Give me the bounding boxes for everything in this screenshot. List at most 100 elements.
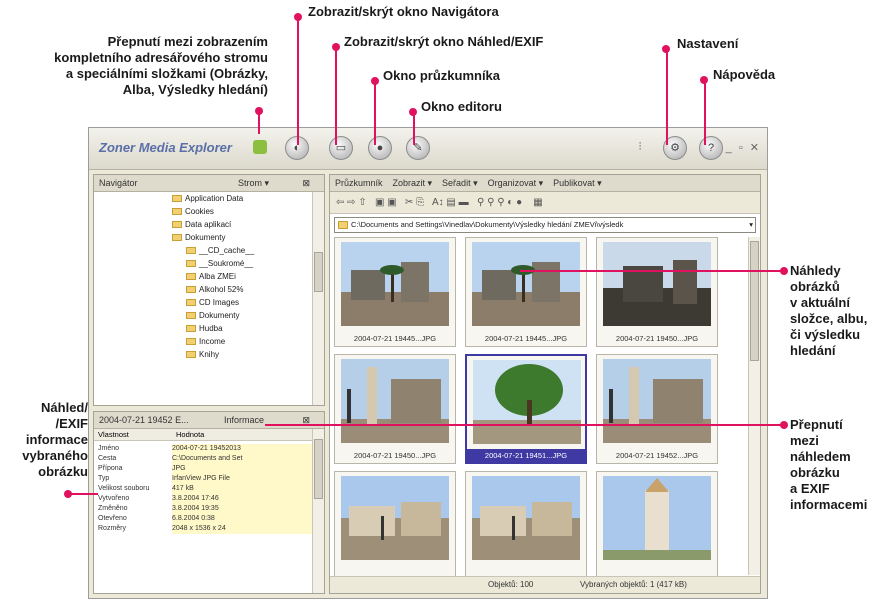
info-scrollbar[interactable] bbox=[312, 429, 324, 593]
thumbnail-card[interactable]: 2004-07-21 19451...JPG bbox=[465, 354, 587, 464]
explorer-toolbar[interactable]: ⇦ ⇨ ⇧ ▣ ▣ ✂ ⎘ A↕ ▤ ▬ ⚲ ⚲ ⚲ ◐ ● ▦ bbox=[330, 192, 760, 214]
explorer-tab[interactable]: Průzkumník bbox=[335, 178, 383, 188]
info-value: 3.8.2004 19:35 bbox=[172, 504, 312, 514]
folder-tree-item[interactable]: Data aplikací bbox=[94, 218, 312, 231]
info-file-name: 2004-07-21 19452 E... bbox=[99, 415, 189, 425]
thumbnail-card[interactable]: 2004-07-21 19450...JPG bbox=[334, 354, 456, 464]
navigator-toggle-icon[interactable]: ⫶ bbox=[628, 136, 652, 160]
info-key: Vytvořeno bbox=[98, 495, 130, 502]
info-key: Jméno bbox=[98, 445, 120, 452]
explorer-tab[interactable]: Zobrazit ▾ bbox=[393, 178, 433, 188]
navigator-header: Navigátor Strom ▾ ⊠ bbox=[94, 175, 324, 192]
photo-thumbnail-image bbox=[603, 359, 711, 443]
explorer-window-button[interactable]: ● bbox=[368, 136, 392, 160]
folder-label: Alkohol 52% bbox=[199, 285, 244, 294]
tree-mode-dropdown[interactable]: Strom ▾ bbox=[238, 175, 269, 191]
pane-close-icon[interactable]: ⊠ bbox=[302, 175, 310, 191]
explorer-tab[interactable]: Seřadit ▾ bbox=[442, 178, 478, 188]
status-selected: Vybraných objektů: 1 (417 kB) bbox=[580, 580, 687, 589]
info-row: Změněno 3.8.2004 19:35 bbox=[94, 504, 312, 514]
annotation-navigator-toggle: Zobrazit/skrýt okno Navigátora bbox=[308, 4, 499, 19]
editor-window-button[interactable]: ✎ bbox=[406, 136, 430, 160]
thumbnail-card[interactable]: 2004-07-21 19450...JPG bbox=[596, 237, 718, 347]
info-row: Typ IrfanView JPG File bbox=[94, 474, 312, 484]
info-key: Přípona bbox=[98, 465, 123, 472]
thumbnail-card[interactable] bbox=[596, 471, 718, 581]
window-controls-icon[interactable]: _ ▫ ✕ bbox=[726, 141, 761, 154]
info-pane: 2004-07-21 19452 E... Informace ⊠ Vlastn… bbox=[93, 411, 325, 594]
explorer-tab[interactable]: Organizovat ▾ bbox=[488, 178, 544, 188]
info-tab[interactable]: Informace bbox=[224, 412, 264, 428]
folder-tree-item[interactable]: Hudba bbox=[94, 322, 312, 335]
thumbnail-card[interactable]: 2004-07-21 19445...JPG bbox=[334, 237, 456, 347]
folder-icon bbox=[186, 312, 196, 320]
folder-icon bbox=[172, 195, 182, 203]
explorer-pane: Průzkumník Zobrazit ▾ Seřadit ▾ Organizovat… bbox=[329, 174, 761, 594]
info-row: Vytvořeno 3.8.2004 17:46 bbox=[94, 494, 312, 504]
thumbnail-caption: 2004-07-21 19451...JPG bbox=[467, 449, 585, 462]
folder-tree-item[interactable]: Alba ZMEi bbox=[94, 270, 312, 283]
folder-label: CD Images bbox=[199, 298, 240, 307]
folder-label: Hudba bbox=[199, 324, 223, 333]
folder-icon bbox=[186, 286, 196, 294]
folder-icon bbox=[186, 325, 196, 333]
folder-tree-item[interactable]: Dokumenty bbox=[94, 231, 312, 244]
thumbnail-card[interactable] bbox=[465, 471, 587, 581]
folder-tree-item[interactable]: Income bbox=[94, 335, 312, 348]
folder-tree-item[interactable]: Cookies bbox=[94, 205, 312, 218]
help-button[interactable]: ? bbox=[699, 136, 723, 160]
folder-tree-item[interactable]: Dokumenty bbox=[94, 309, 312, 322]
photo-thumbnail-image bbox=[473, 360, 581, 444]
explorer-tab[interactable]: Publikovat ▾ bbox=[553, 178, 602, 188]
annotation-thumbnails: Náhledy obrázků v aktuální složce, albu,… bbox=[790, 263, 868, 358]
info-key: Cesta bbox=[98, 455, 117, 462]
thumbnail-card[interactable]: 2004-07-21 19452...JPG bbox=[596, 354, 718, 464]
info-row: Otevřeno 6.8.2004 0:38 bbox=[94, 514, 312, 524]
folder-tree-item[interactable]: Knihy bbox=[94, 348, 312, 361]
info-value: 2048 x 1536 x 24 bbox=[172, 524, 312, 534]
navigator-title: Navigátor bbox=[99, 178, 138, 188]
info-col-value[interactable]: Hodnota bbox=[176, 429, 204, 441]
folder-tree-item[interactable]: __CD_cache__ bbox=[94, 244, 312, 257]
info-value: 3.8.2004 17:46 bbox=[172, 494, 312, 504]
chevron-down-icon[interactable]: ▾ bbox=[749, 218, 753, 232]
photo-thumbnail-image bbox=[341, 359, 449, 443]
folder-label: Cookies bbox=[185, 207, 214, 216]
app-logo-icon bbox=[253, 140, 267, 154]
annotation-explorer-window: Okno průzkumníka bbox=[383, 68, 501, 83]
photo-thumbnail-image bbox=[341, 242, 449, 326]
navigator-scrollbar[interactable] bbox=[312, 192, 324, 405]
folder-icon bbox=[186, 273, 196, 281]
info-column-header: Vlastnost Hodnota bbox=[94, 429, 312, 441]
folder-tree-item[interactable]: Application Data bbox=[94, 192, 312, 205]
explorer-tabs: Průzkumník Zobrazit ▾ Seřadit ▾ Organizovat… bbox=[330, 175, 760, 192]
annotation-editor-window: Okno editoru bbox=[421, 99, 502, 114]
info-row: Cesta C:\Documents and Set bbox=[94, 454, 312, 464]
folder-tree: Application Data Cookies Data aplikací Doku… bbox=[94, 192, 312, 405]
folder-icon bbox=[186, 260, 196, 268]
info-table: Jméno 2004-07-21 19452013 Cesta C:\Document… bbox=[94, 444, 312, 534]
explorer-scrollbar[interactable] bbox=[748, 237, 760, 575]
annotation-settings: Nastavení bbox=[677, 36, 739, 51]
app-title: Zoner Media Explorer bbox=[99, 140, 232, 155]
info-col-key[interactable]: Vlastnost bbox=[98, 429, 129, 441]
address-bar[interactable]: C:\Documents and Settings\Vinedlav\Dokum… bbox=[334, 217, 756, 233]
folder-icon bbox=[172, 208, 182, 216]
photo-thumbnail-image bbox=[603, 476, 711, 560]
annotation-preview-exif-info: Náhled/ /EXIF informace vybraného obrázk… bbox=[22, 400, 88, 479]
info-value: JPG bbox=[172, 464, 312, 474]
info-key: Typ bbox=[98, 475, 110, 482]
folder-tree-item[interactable]: __Soukromé__ bbox=[94, 257, 312, 270]
folder-tree-item[interactable]: CD Images bbox=[94, 296, 312, 309]
thumbnail-card[interactable]: 2004-07-21 19445...JPG bbox=[465, 237, 587, 347]
folder-tree-item[interactable]: Alkohol 52% bbox=[94, 283, 312, 296]
info-key: Rozměry bbox=[98, 525, 127, 532]
folder-icon bbox=[186, 299, 196, 307]
thumbnail-card[interactable] bbox=[334, 471, 456, 581]
thumbnail-caption: 2004-07-21 19445...JPG bbox=[484, 334, 568, 343]
preview-exif-toggle-button[interactable]: ▭ bbox=[329, 136, 353, 160]
info-header: 2004-07-21 19452 E... Informace ⊠ bbox=[94, 412, 324, 429]
photo-thumbnail-image bbox=[341, 476, 449, 560]
thumbnail-caption: 2004-07-21 19450...JPG bbox=[353, 451, 437, 460]
info-value: C:\Documents and Set bbox=[172, 454, 312, 464]
